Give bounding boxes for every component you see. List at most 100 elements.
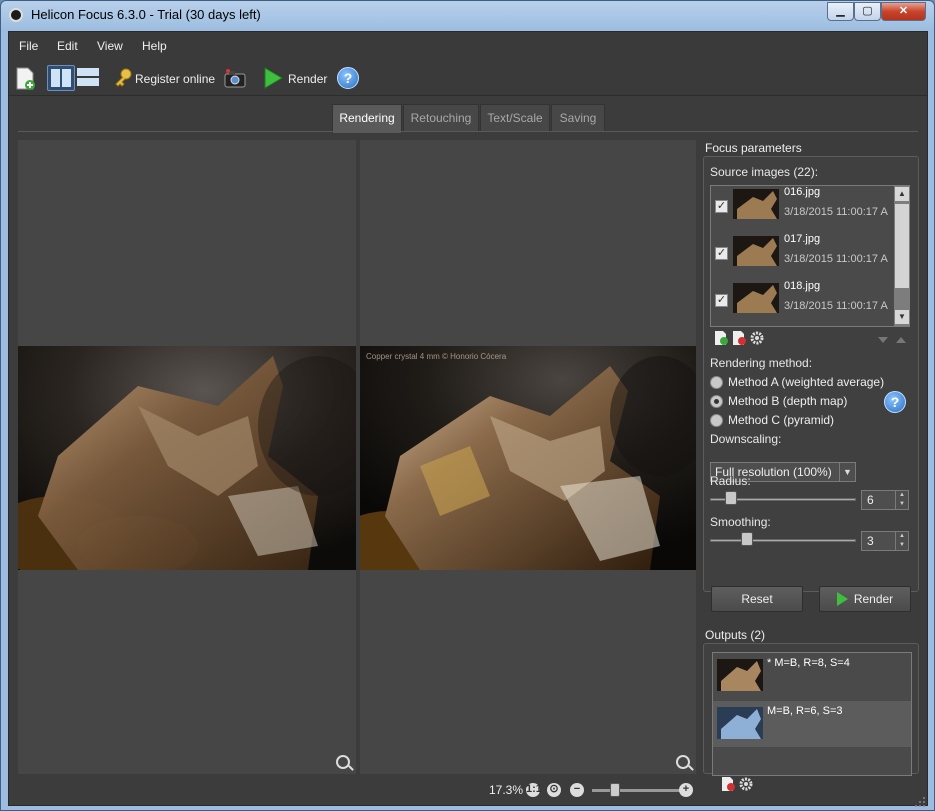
scroll-down-icon[interactable]: ▼: [895, 310, 909, 324]
radius-value: 6: [867, 493, 874, 507]
menu-view[interactable]: View: [97, 39, 123, 53]
help-icon[interactable]: ?: [337, 67, 359, 89]
source-date: 3/18/2015 11:00:17 A: [784, 300, 888, 312]
method-b-label[interactable]: Method B (depth map): [728, 394, 847, 408]
source-date: 3/18/2015 11:00:17 A: [784, 253, 888, 265]
chevron-down-icon[interactable]: ▼: [839, 463, 855, 481]
focus-parameters-panel: Focus parameters Source images (22): ✓ 0…: [703, 140, 919, 791]
zoom-slider[interactable]: [592, 789, 682, 792]
add-images-icon[interactable]: [714, 331, 728, 345]
source-date: 3/18/2015 11:00:17 A: [784, 206, 888, 218]
output-label: * M=B, R=8, S=4: [767, 657, 850, 669]
tab-rendering[interactable]: Rendering: [332, 104, 402, 133]
zoom-in-icon[interactable]: +: [679, 783, 693, 797]
title-bar[interactable]: Helicon Focus 6.3.0 - Trial (30 days lef…: [1, 1, 934, 29]
zoom-bar: 17.3% 1:1 ⊙ − +: [9, 776, 927, 806]
close-button[interactable]: ✕: [881, 2, 926, 21]
zoom-slider-thumb[interactable]: [610, 783, 620, 797]
app-logo-icon: [9, 8, 23, 22]
scroll-thumb[interactable]: [895, 204, 909, 288]
move-up-icon[interactable]: [894, 333, 908, 347]
source-images-label: Source images (22):: [710, 165, 819, 179]
source-checkbox[interactable]: ✓: [715, 294, 728, 307]
remove-images-icon[interactable]: [732, 331, 746, 345]
actual-size-icon[interactable]: 1:1: [526, 783, 542, 797]
method-c-radio[interactable]: [710, 414, 723, 427]
zoom-magnifier-icon[interactable]: [336, 755, 350, 769]
new-document-icon: [16, 67, 35, 90]
source-preview-pane[interactable]: [18, 140, 356, 774]
output-thumbnail: [717, 659, 763, 691]
smoothing-slider[interactable]: [710, 539, 856, 542]
radius-slider-thumb[interactable]: [725, 491, 737, 505]
app-window: Helicon Focus 6.3.0 - Trial (30 days lef…: [0, 0, 935, 811]
maximize-button[interactable]: ▢: [854, 2, 881, 21]
move-down-icon[interactable]: [876, 333, 890, 347]
smoothing-spinbox[interactable]: 3 ▲ ▼: [861, 531, 909, 551]
scroll-up-icon[interactable]: ▲: [895, 187, 909, 201]
fit-to-window-icon[interactable]: ⊙: [547, 783, 561, 797]
window-title: Helicon Focus 6.3.0 - Trial (30 days lef…: [31, 7, 261, 22]
tab-saving[interactable]: Saving: [551, 104, 605, 132]
minimize-button[interactable]: ▁: [827, 2, 854, 21]
source-list-scrollbar[interactable]: ▲ ▼: [894, 186, 910, 326]
source-preview-image: [18, 346, 356, 570]
zoom-out-icon[interactable]: −: [570, 783, 584, 797]
list-item[interactable]: ✓ 017.jpg 3/18/2015 11:00:17 A: [711, 233, 893, 280]
result-preview-image: Copper crystal 4 mm © Honorio Cócera: [360, 346, 696, 570]
list-item[interactable]: * M=B, R=8, S=4: [713, 653, 911, 699]
new-project-button[interactable]: [15, 67, 37, 91]
camera-button[interactable]: [223, 66, 247, 90]
focus-parameters-title: Focus parameters: [705, 141, 802, 155]
radius-spinbox[interactable]: 6 ▲ ▼: [861, 490, 909, 510]
source-filename: 017.jpg: [784, 233, 821, 245]
outputs-title: Outputs (2): [705, 628, 766, 642]
zoom-level: 17.3%: [489, 783, 524, 797]
tab-divider: [18, 131, 918, 132]
source-images-list[interactable]: ✓ 016.jpg 3/18/2015 11:00:17 A ✓ 017.jpg…: [710, 185, 910, 327]
side-by-side-layout-button[interactable]: [47, 65, 75, 91]
render-toolbar-label[interactable]: Render: [288, 72, 327, 86]
help-icon[interactable]: ?: [884, 391, 906, 413]
list-item[interactable]: M=B, R=6, S=3: [713, 701, 911, 747]
client-area: File Edit View Help Register online Rend…: [8, 31, 928, 808]
menu-edit[interactable]: Edit: [57, 39, 78, 53]
stepper-arrows-icon[interactable]: ▲ ▼: [895, 491, 908, 509]
source-checkbox[interactable]: ✓: [715, 247, 728, 260]
stepper-arrows-icon[interactable]: ▲ ▼: [895, 532, 908, 550]
source-checkbox[interactable]: ✓: [715, 200, 728, 213]
image-caption: Copper crystal 4 mm © Honorio Cócera: [366, 352, 507, 361]
method-c-label[interactable]: Method C (pyramid): [728, 413, 834, 427]
reset-button[interactable]: Reset: [711, 586, 803, 612]
smoothing-value: 3: [867, 534, 874, 548]
gear-icon[interactable]: [750, 331, 764, 345]
source-filename: 018.jpg: [784, 280, 821, 292]
source-thumbnail: [733, 283, 779, 313]
key-icon: [115, 68, 132, 87]
stacked-pane-icon: [77, 68, 99, 86]
tab-text-scale[interactable]: Text/Scale: [480, 104, 550, 132]
menu-help[interactable]: Help: [142, 39, 167, 53]
list-item[interactable]: ✓ 016.jpg 3/18/2015 11:00:17 A: [711, 186, 893, 233]
method-a-label[interactable]: Method A (weighted average): [728, 375, 884, 389]
smoothing-slider-thumb[interactable]: [741, 532, 753, 546]
source-filename: 016.jpg: [784, 186, 821, 198]
two-pane-icon: [51, 69, 71, 87]
render-toolbar-button[interactable]: [262, 66, 284, 90]
method-a-radio[interactable]: [710, 376, 723, 389]
output-thumbnail: [717, 707, 763, 739]
outputs-list[interactable]: * M=B, R=8, S=4 M=B, R=6, S=3: [712, 652, 912, 776]
focus-parameters-box: Source images (22): ✓ 016.jpg 3/18/2015 …: [703, 156, 919, 592]
render-button[interactable]: Render: [819, 586, 911, 612]
result-preview-pane[interactable]: Copper crystal 4 mm © Honorio Cócera: [360, 140, 696, 774]
zoom-magnifier-icon[interactable]: [676, 755, 690, 769]
list-item[interactable]: ✓ 018.jpg 3/18/2015 11:00:17 A: [711, 280, 893, 327]
resize-grip-icon[interactable]: [914, 796, 926, 808]
method-b-radio[interactable]: [710, 395, 723, 408]
menu-file[interactable]: File: [19, 39, 38, 53]
register-key-button[interactable]: [113, 66, 133, 90]
stacked-layout-button[interactable]: [75, 65, 103, 91]
tab-retouching[interactable]: Retouching: [403, 104, 479, 132]
register-online-link[interactable]: Register online: [135, 72, 215, 86]
output-label: M=B, R=6, S=3: [767, 705, 843, 717]
